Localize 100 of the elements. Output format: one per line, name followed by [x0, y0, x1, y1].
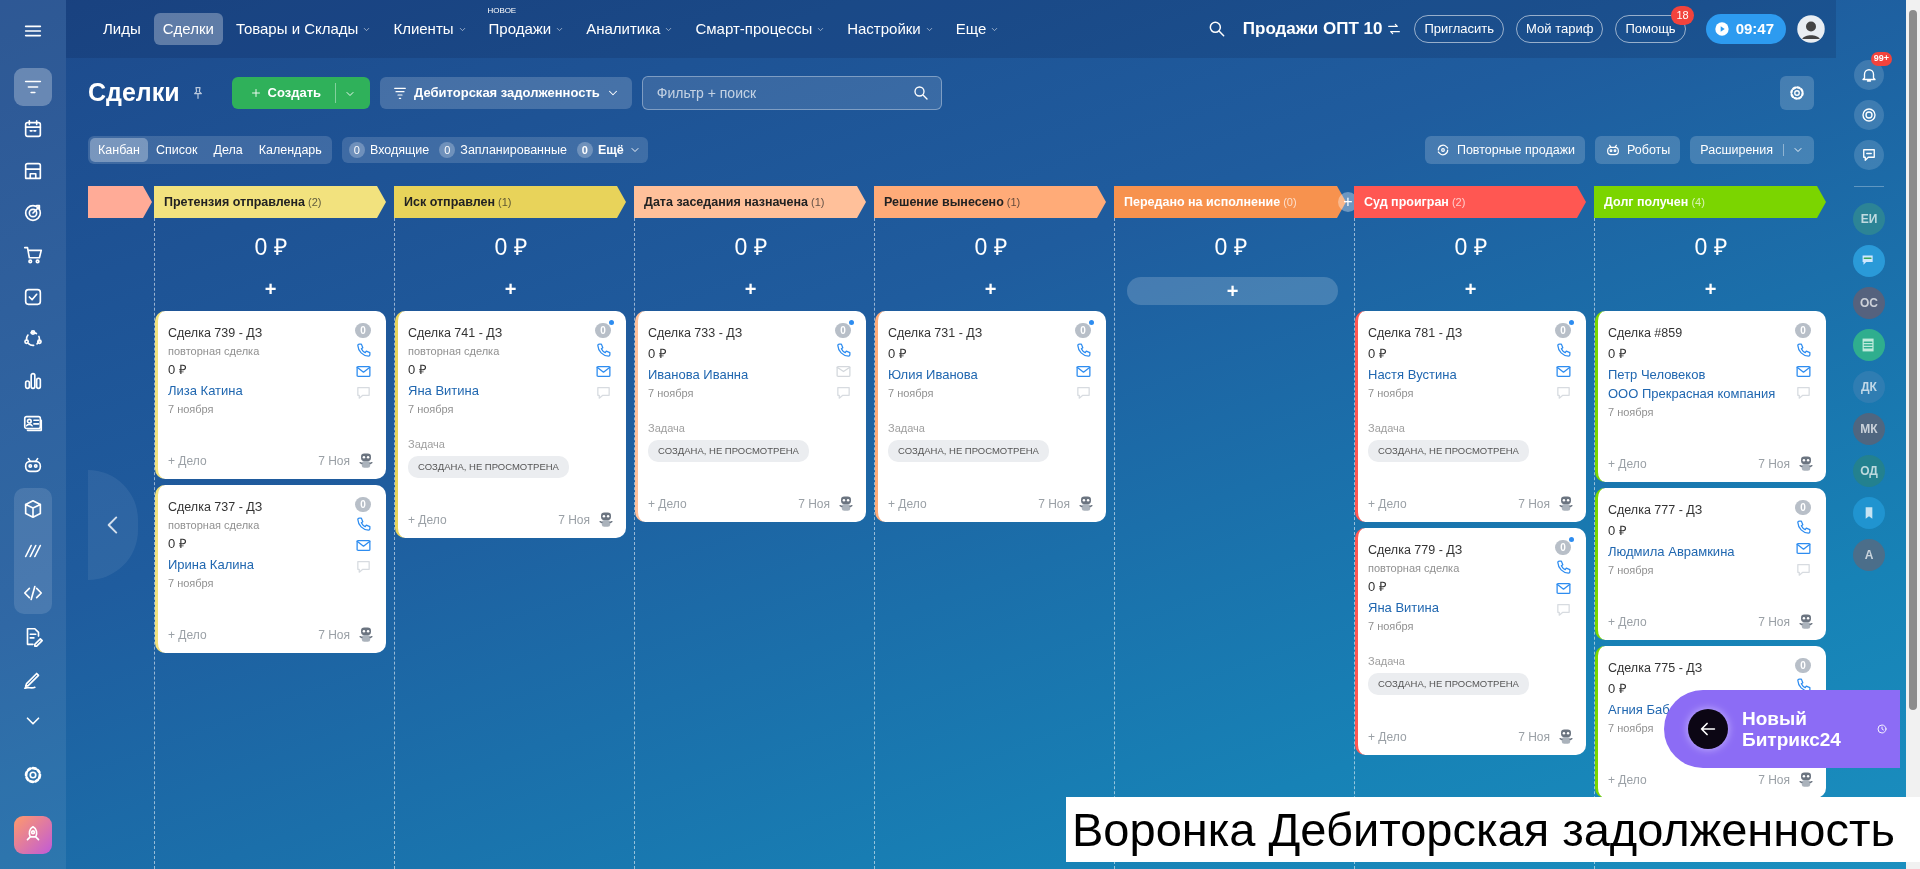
user-avatar[interactable]: ОС	[1853, 287, 1885, 319]
contact-link[interactable]: ООО Прекрасная компания	[1608, 383, 1776, 403]
stage-header[interactable]: Претензия отправлена (2)	[154, 186, 386, 218]
nav-tab[interactable]: Сделки	[153, 12, 223, 46]
notifications-button[interactable]	[1854, 60, 1884, 90]
contact-link[interactable]: Лиза Катина	[168, 380, 243, 400]
deal-title[interactable]: Сделка #859	[1608, 322, 1683, 343]
deal-title[interactable]: Сделка 739 - ДЗ	[168, 322, 263, 343]
task-status: СОЗДАНА, НЕ ПРОСМОТРЕНА	[1368, 439, 1529, 462]
user-avatar[interactable]: МК	[1853, 413, 1885, 445]
phone-icon[interactable]	[834, 341, 852, 359]
phone-icon[interactable]	[1074, 341, 1092, 359]
contact-link[interactable]: Петр Человеков	[1608, 364, 1706, 384]
activity-date: 7 Ноя	[318, 452, 350, 470]
search-icon[interactable]	[911, 84, 930, 102]
phone-icon[interactable]	[354, 515, 372, 533]
task-label: Задача	[1368, 653, 1405, 669]
stage-total: 0 ₽	[734, 233, 767, 262]
stage-header[interactable]: Решение вынесено (1)	[874, 186, 1106, 218]
contact-link[interactable]: Яна Витина	[408, 380, 479, 400]
deal-title[interactable]: Сделка 777 - ДЗ	[1608, 499, 1703, 520]
deal-title[interactable]: Сделка 741 - ДЗ	[408, 322, 503, 343]
deal-title[interactable]: Сделка 779 - ДЗ	[1368, 539, 1463, 560]
stage-total: 0 ₽	[494, 233, 527, 262]
cart-icon	[22, 244, 44, 266]
view-tab[interactable]: Календарь	[250, 137, 330, 163]
user-avatar[interactable]: ОД	[1853, 455, 1885, 487]
add-deal-button[interactable]: +	[1454, 276, 1487, 301]
deal-card[interactable]: Сделка 739 - ДЗ повторная сделка 0 ₽ Лиза Катина 7 ноября 0 + Дело 7 Ноя	[155, 310, 386, 479]
contact-link[interactable]: Яна Витина	[1368, 597, 1439, 617]
deal-card[interactable]: Сделка 781 - ДЗ 0 ₽ Настя Вустина 7 ноября Задача СОЗДАНА, НЕ ПРОСМОТРЕНА 0 + Дело 7 Ноя	[1355, 310, 1586, 522]
avatar[interactable]	[1796, 14, 1826, 44]
nav-tab[interactable]: Клиенты	[384, 12, 476, 46]
stage-header[interactable]	[88, 186, 152, 218]
add-deal-button[interactable]: +	[1694, 276, 1727, 301]
add-deal-button[interactable]: +	[734, 276, 767, 301]
deal-amount: 0 ₽	[888, 344, 907, 363]
settings-button[interactable]	[1780, 76, 1814, 110]
counter-filter[interactable]: 0 Запланированные	[434, 138, 572, 162]
counter-filter[interactable]: 0 Входящие	[343, 138, 435, 162]
deal-title[interactable]: Сделка 737 - ДЗ	[168, 496, 263, 517]
scrollbar-thumb[interactable]	[1909, 10, 1917, 710]
phone-icon[interactable]	[354, 341, 372, 359]
contact-link[interactable]: Настя Вустина	[1368, 364, 1457, 384]
stage-header[interactable]: Суд проигран (2)	[1354, 186, 1586, 218]
toolbar-button[interactable]: Роботы	[1595, 136, 1681, 164]
nav-tab[interactable]: Аналитика	[577, 12, 683, 46]
phone-icon[interactable]	[1554, 341, 1572, 359]
nav-button[interactable]	[14, 68, 52, 106]
nav-tab[interactable]: Лиды	[94, 12, 150, 46]
add-deal-button[interactable]: +	[254, 276, 287, 301]
deal-subtitle: повторная сделка	[408, 343, 500, 359]
contact-link[interactable]: Юлия Иванова	[888, 364, 978, 384]
nav-tab[interactable]: Смарт-процессы	[686, 12, 835, 46]
pipeline-dropdown[interactable]: Дебиторская задолженность	[380, 77, 632, 109]
deal-card[interactable]: Сделка 741 - ДЗ повторная сделка 0 ₽ Яна Витина 7 ноября Задача СОЗДАНА, НЕ ПРОСМОТРЕНА 0 + Дело 7 Ноя	[395, 310, 626, 538]
deal-amount: 0 ₽	[1368, 577, 1387, 596]
chat-button[interactable]	[1854, 140, 1884, 170]
deal-date: 7 ноября	[408, 401, 454, 417]
messenger-button[interactable]	[1854, 100, 1884, 130]
deal-card[interactable]: Сделка 777 - ДЗ 0 ₽ Людмила Аврамкина 7 ноября 0 + Дело 7 Ноя	[1595, 487, 1826, 640]
view-tab[interactable]: Список	[147, 137, 206, 163]
deal-title[interactable]: Сделка 731 - ДЗ	[888, 322, 983, 343]
deal-card[interactable]: Сделка 779 - ДЗ повторная сделка 0 ₽ Яна Витина 7 ноября Задача СОЗДАНА, НЕ ПРОСМОТРЕНА 0 + Дело 7 Ноя	[1355, 527, 1586, 755]
nav-tab[interactable]: Настройки	[838, 12, 943, 46]
toolbar-button[interactable]: Повторные продажи	[1424, 136, 1585, 164]
user-avatar[interactable]: А	[1853, 539, 1885, 571]
phone-icon[interactable]	[594, 341, 612, 359]
contact-link[interactable]: Ирина Калина	[168, 554, 254, 574]
deal-title[interactable]: Сделка 775 - ДЗ	[1608, 657, 1703, 678]
add-deal-button[interactable]: +	[494, 276, 527, 301]
phone-icon[interactable]	[1794, 341, 1812, 359]
stage-count: (1)	[1006, 194, 1021, 210]
phone-icon[interactable]	[1794, 518, 1812, 536]
phone-icon[interactable]	[1554, 558, 1572, 576]
swap-icon[interactable]	[1386, 21, 1403, 37]
deal-date: 7 ноября	[168, 401, 214, 417]
deal-amount: 0 ₽	[408, 360, 427, 379]
contact-link[interactable]: Людмила Аврамкина	[1608, 541, 1735, 561]
deal-card[interactable]: Сделка #859 0 ₽ Петр Человеков ООО Прекрасная компания 7 ноября 0 + Дело 7 Ноя	[1595, 310, 1826, 482]
portal-name[interactable]: Продажи ОПТ 10	[1242, 16, 1383, 42]
deal-date: 7 ноября	[1368, 618, 1414, 634]
deal-amount: 0 ₽	[168, 534, 187, 553]
add-deal-button[interactable]: +	[1127, 276, 1338, 305]
deal-title[interactable]: Сделка 733 - ДЗ	[648, 322, 743, 343]
deal-card[interactable]: Сделка 731 - ДЗ 0 ₽ Юлия Иванова 7 ноября Задача СОЗДАНА, НЕ ПРОСМОТРЕНА 0 + Дело 7 Ноя	[875, 310, 1106, 522]
contact-link[interactable]: Иванова Иванна	[648, 364, 749, 384]
add-deal-button[interactable]: +	[974, 276, 1007, 301]
view-tab[interactable]: Дела	[205, 137, 251, 163]
toolbar-button[interactable]: Расширения	[1690, 136, 1814, 164]
deal-card[interactable]: Сделка 737 - ДЗ повторная сделка 0 ₽ Ирина Калина 7 ноября 0 + Дело 7 Ноя	[155, 484, 386, 653]
deal-card[interactable]: Сделка 733 - ДЗ 0 ₽ Иванова Иванна 7 ноября Задача СОЗДАНА, НЕ ПРОСМОТРЕНА 0 + Дело 7 Ноя	[635, 310, 866, 522]
activity-counter: 0	[1795, 657, 1811, 673]
launch-button[interactable]	[14, 816, 52, 854]
counter-filter[interactable]: 0 Ещё	[571, 138, 646, 162]
deal-title[interactable]: Сделка 781 - ДЗ	[1368, 322, 1463, 343]
stage-header[interactable]: Иск отправлен (1)	[394, 186, 626, 218]
nav-tab[interactable]: Товары и Склады	[226, 12, 381, 46]
stage-header[interactable]: Дата заседания назначена (1)	[634, 186, 866, 218]
nav-tab[interactable]: Еще	[946, 12, 1009, 46]
